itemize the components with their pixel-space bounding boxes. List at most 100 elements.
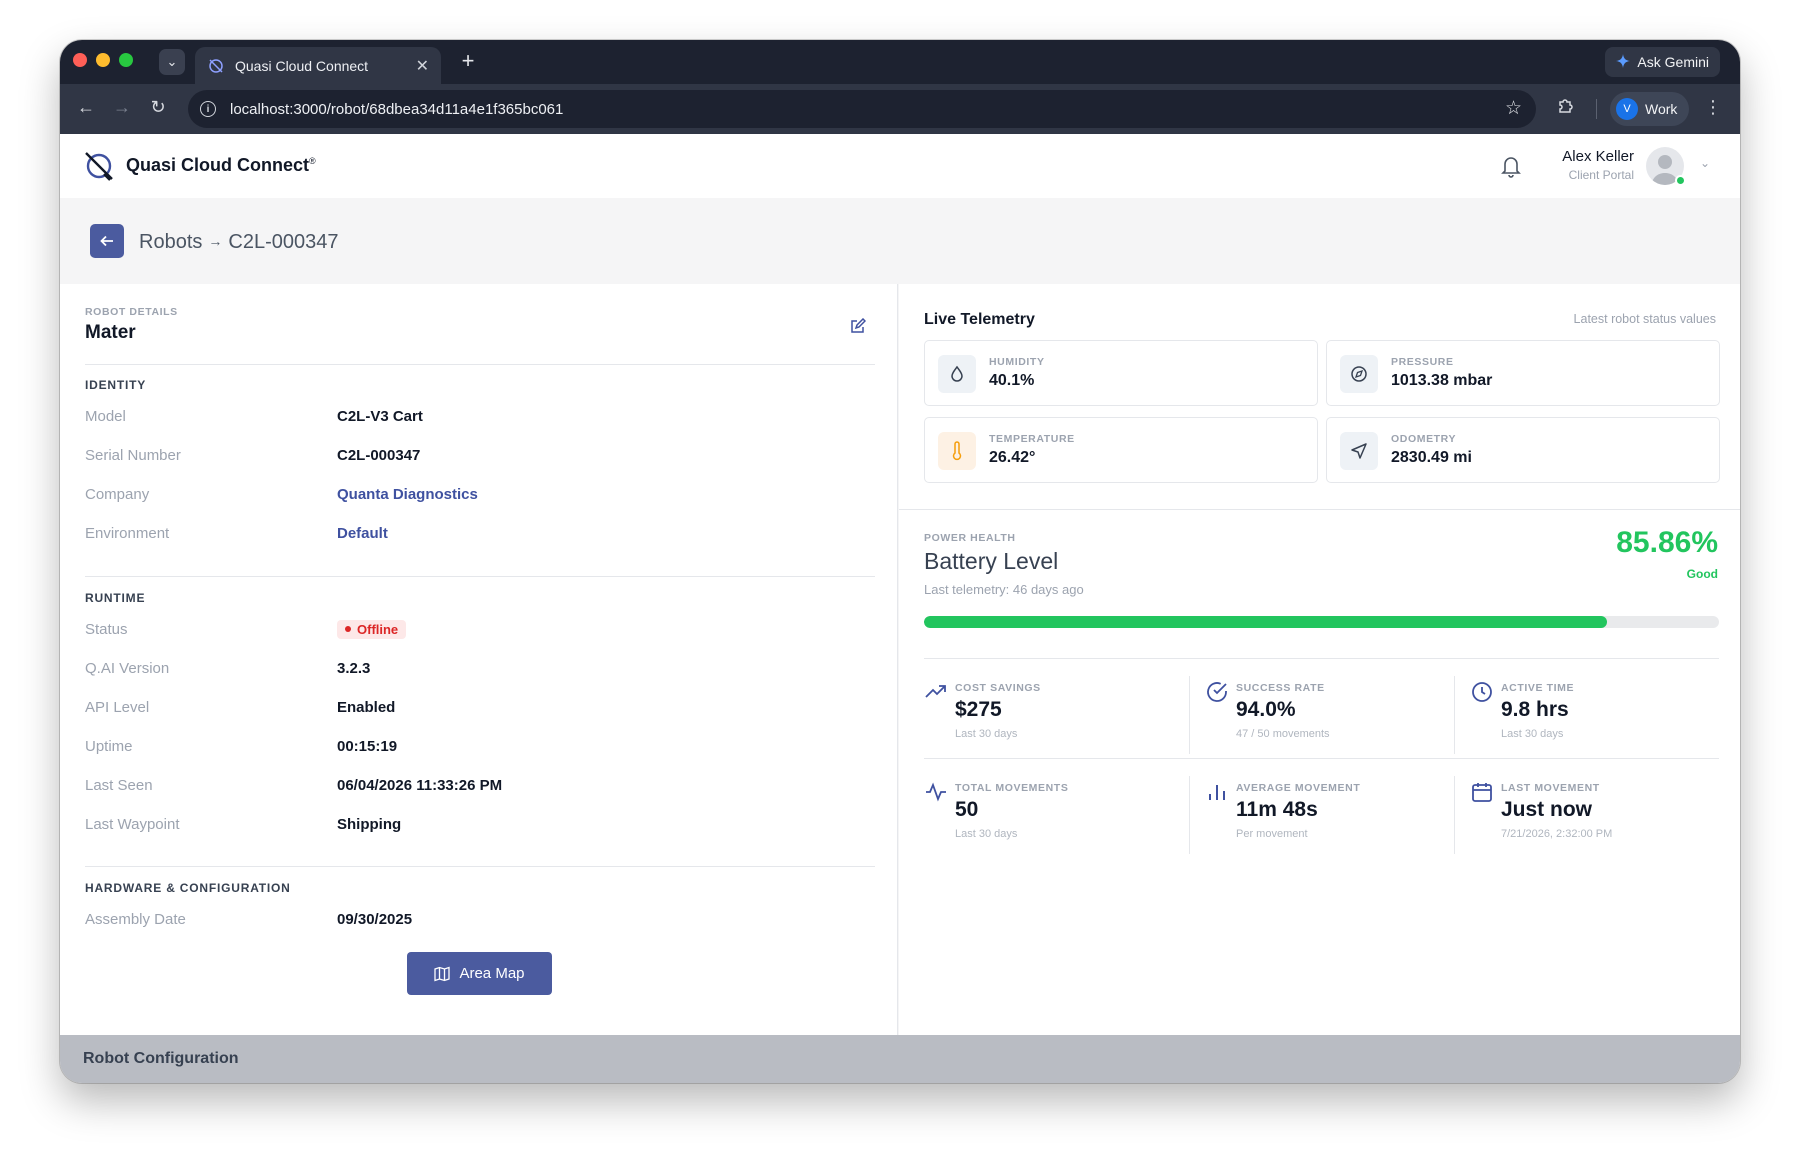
url-text: localhost:3000/robot/68dbea34d11a4e1f365… bbox=[230, 100, 564, 118]
browser-window: ⌄ Quasi Cloud Connect ✕ + Ask Gemini ← →… bbox=[60, 40, 1740, 1083]
chevron-down-icon: ⌄ bbox=[166, 54, 178, 69]
divider bbox=[924, 658, 1719, 659]
tab-search-button[interactable]: ⌄ bbox=[159, 49, 185, 75]
map-icon bbox=[434, 966, 451, 981]
power-health-caption: POWER HEALTH bbox=[924, 532, 1016, 544]
environment-link[interactable]: Default bbox=[337, 525, 388, 542]
breadcrumb-robots-link[interactable]: Robots bbox=[139, 231, 202, 253]
back-arrow-icon[interactable]: ← bbox=[74, 97, 98, 118]
ask-gemini-button[interactable]: Ask Gemini bbox=[1605, 47, 1720, 77]
telemetry-value: 2830.49 mi bbox=[1391, 449, 1472, 466]
runtime-section-title: RUNTIME bbox=[85, 591, 146, 605]
minimize-window-button[interactable] bbox=[96, 53, 110, 67]
field-value: Enabled bbox=[337, 699, 396, 716]
status-text: Offline bbox=[357, 621, 399, 637]
field-value: Offline bbox=[337, 619, 407, 639]
trending-up-icon bbox=[925, 685, 946, 698]
identity-row-model: Model C2L-V3 Cart bbox=[85, 408, 885, 432]
reload-icon[interactable]: ↻ bbox=[146, 97, 170, 118]
browser-menu-icon[interactable]: ⋮ bbox=[1704, 97, 1722, 118]
stat-value: 94.0% bbox=[1236, 698, 1296, 721]
live-telemetry-title: Live Telemetry bbox=[924, 311, 1035, 328]
company-link[interactable]: Quanta Diagnostics bbox=[337, 486, 478, 503]
stat-separator bbox=[1189, 776, 1190, 854]
stat-value: $275 bbox=[955, 698, 1002, 721]
tab-title: Quasi Cloud Connect bbox=[235, 57, 369, 74]
field-label: Uptime bbox=[85, 738, 133, 755]
site-info-icon[interactable]: i bbox=[200, 101, 216, 117]
back-button[interactable] bbox=[90, 224, 124, 258]
telemetry-label: TEMPERATURE bbox=[989, 433, 1075, 445]
user-info[interactable]: Alex Keller Client Portal bbox=[1562, 148, 1634, 182]
field-label: Q.AI Version bbox=[85, 660, 170, 677]
stat-last-movement: LAST MOVEMENT Just now 7/21/2026, 2:32:0… bbox=[1470, 780, 1730, 860]
telemetry-card-odometry: ODOMETRY 2830.49 mi bbox=[1326, 417, 1720, 483]
stat-sub: Last 30 days bbox=[955, 728, 1018, 740]
stat-sub: Per movement bbox=[1236, 828, 1308, 840]
brand-registered-mark: ® bbox=[309, 156, 316, 166]
field-label: Company bbox=[85, 486, 150, 503]
identity-row-company: Company Quanta Diagnostics bbox=[85, 486, 885, 510]
battery-state: Good bbox=[1686, 567, 1718, 581]
robot-name: Mater bbox=[85, 322, 136, 343]
stat-label: LAST MOVEMENT bbox=[1501, 782, 1600, 794]
brand-logo-icon[interactable] bbox=[82, 148, 116, 182]
gemini-sparkle-icon bbox=[1616, 53, 1631, 71]
maximize-window-button[interactable] bbox=[119, 53, 133, 67]
battery-progress-bar bbox=[924, 616, 1719, 628]
bookmark-star-icon[interactable]: ☆ bbox=[1505, 97, 1522, 120]
activity-icon bbox=[926, 782, 946, 802]
edit-icon[interactable] bbox=[850, 317, 867, 339]
field-value: C2L-V3 Cart bbox=[337, 408, 423, 425]
runtime-row-qai-version: Q.AI Version 3.2.3 bbox=[85, 660, 885, 684]
user-menu-chevron-icon[interactable]: ⌄ bbox=[1700, 156, 1710, 170]
new-tab-button[interactable]: + bbox=[455, 48, 481, 74]
battery-progress-fill bbox=[924, 616, 1607, 628]
stat-sub: 47 / 50 movements bbox=[1236, 728, 1330, 740]
browser-toolbar: ← → ↻ i localhost:3000/robot/68dbea34d11… bbox=[60, 84, 1740, 134]
divider bbox=[899, 509, 1740, 510]
offline-dot bbox=[345, 626, 351, 632]
online-status-dot bbox=[1675, 175, 1686, 186]
divider bbox=[85, 364, 875, 365]
battery-level-title: Battery Level bbox=[924, 548, 1059, 574]
stat-value: 9.8 hrs bbox=[1501, 698, 1569, 721]
profile-button[interactable]: V Work bbox=[1610, 92, 1690, 126]
brand-name[interactable]: Quasi Cloud Connect® bbox=[126, 155, 316, 176]
calendar-icon bbox=[1472, 783, 1492, 802]
identity-row-serial: Serial Number C2L-000347 bbox=[85, 447, 885, 471]
robot-details-caption: ROBOT DETAILS bbox=[85, 306, 178, 318]
status-badge: Offline bbox=[337, 619, 407, 639]
forward-arrow-icon[interactable]: → bbox=[110, 97, 134, 118]
notifications-bell-icon[interactable] bbox=[1500, 154, 1522, 178]
field-label: Model bbox=[85, 408, 126, 425]
stat-success-rate: SUCCESS RATE 94.0% 47 / 50 movements bbox=[1205, 680, 1465, 760]
telemetry-value: 26.42° bbox=[989, 449, 1036, 466]
tab-strip: ⌄ Quasi Cloud Connect ✕ + Ask Gemini bbox=[60, 40, 1740, 84]
telemetry-label: PRESSURE bbox=[1391, 356, 1454, 368]
close-tab-icon[interactable]: ✕ bbox=[416, 56, 429, 76]
droplet-icon bbox=[938, 355, 976, 393]
breadcrumb-separator: → bbox=[208, 233, 223, 249]
stat-separator bbox=[1454, 676, 1455, 754]
hardware-section-title: HARDWARE & CONFIGURATION bbox=[85, 881, 291, 895]
stat-active-time: ACTIVE TIME 9.8 hrs Last 30 days bbox=[1470, 680, 1730, 760]
browser-tab[interactable]: Quasi Cloud Connect ✕ bbox=[195, 47, 441, 84]
window-controls bbox=[73, 53, 133, 67]
stat-sub: Last 30 days bbox=[955, 828, 1018, 840]
divider bbox=[85, 866, 875, 867]
profile-avatar: V bbox=[1616, 98, 1638, 120]
hardware-row-assembly-date: Assembly Date 09/30/2025 bbox=[85, 911, 885, 935]
area-map-label: Area Map bbox=[459, 965, 525, 982]
thermometer-icon bbox=[938, 432, 976, 470]
stat-cost-savings: COST SAVINGS $275 Last 30 days bbox=[924, 680, 1184, 760]
navigation-icon bbox=[1340, 432, 1378, 470]
divider bbox=[924, 758, 1719, 759]
area-map-button[interactable]: Area Map bbox=[407, 952, 552, 995]
extensions-puzzle-icon[interactable] bbox=[1557, 97, 1575, 120]
field-label: Environment bbox=[85, 525, 170, 542]
field-label: Last Waypoint bbox=[85, 816, 180, 833]
close-window-button[interactable] bbox=[73, 53, 87, 67]
robot-configuration-bar[interactable]: Robot Configuration bbox=[60, 1035, 1740, 1083]
address-bar[interactable]: i localhost:3000/robot/68dbea34d11a4e1f3… bbox=[188, 90, 1536, 128]
